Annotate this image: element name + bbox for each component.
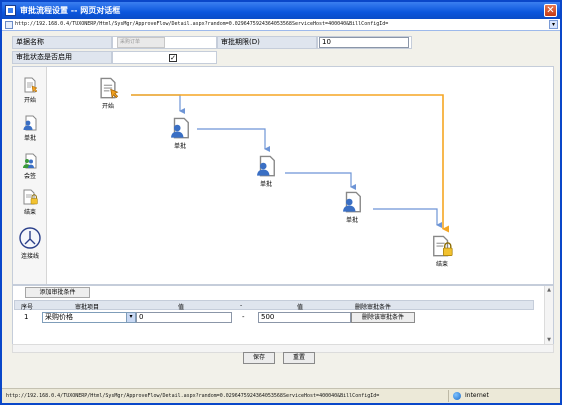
limit-cell: 10 <box>317 36 412 49</box>
add-condition-button[interactable]: 添加审批条件 <box>25 287 90 298</box>
scroll-up-icon[interactable]: ▲ <box>545 286 553 294</box>
bill-name-cell: 采购订单 <box>112 36 217 49</box>
connector-a1-a2[interactable] <box>197 128 270 152</box>
flow-canvas[interactable]: 开始 单批 会签 结束 连接线 开始 单批 单批 单批 结束 <box>12 66 554 285</box>
status-bar: http://192.168.0.4/TUXONERP/Html/SysMgr/… <box>2 388 560 403</box>
flow-node-end-label: 结束 <box>435 261 448 268</box>
flow-node-end[interactable]: 结束 <box>429 235 455 268</box>
user-doc-icon <box>171 117 189 139</box>
limit-label: 审批期限(D) <box>217 36 317 49</box>
flow-connectors <box>131 94 449 233</box>
flow-node-start[interactable]: 开始 <box>95 77 121 110</box>
flow-node-a1[interactable]: 单批 <box>167 117 193 150</box>
address-bar: http://192.168.0.4/TUXONERP/Html/SysMgr/… <box>2 19 560 31</box>
scroll-down-icon[interactable]: ▼ <box>545 336 553 344</box>
enabled-label: 审批状态是否启用 <box>12 51 112 64</box>
limit-input[interactable]: 10 <box>319 37 409 48</box>
form-row-name: 单据名称 采购订单 审批期限(D) 10 <box>12 36 412 49</box>
conditions-header: 序号 审批项目 值 - 值 删除审批条件 <box>14 300 534 311</box>
zone-label: Internet <box>465 392 489 399</box>
condition-item-select[interactable]: 采购价格 ▾ <box>42 312 136 323</box>
header-item: 审批项目 <box>75 304 100 311</box>
enabled-checkbox[interactable]: ✓ <box>169 54 177 62</box>
conditions-panel: 添加审批条件 序号 审批项目 值 - 值 删除审批条件 1 采购价格 ▾ 0 -… <box>12 285 554 345</box>
page-icon <box>5 21 13 29</box>
header-index: 序号 <box>21 304 34 311</box>
flow-node-a3[interactable]: 单批 <box>339 191 365 224</box>
lock-doc-icon <box>433 235 453 257</box>
flow-node-a2[interactable]: 单批 <box>253 155 279 188</box>
flow-node-a2-label: 单批 <box>259 181 272 188</box>
bill-name-input: 采购订单 <box>117 37 165 48</box>
flow-node-a1-label: 单批 <box>173 143 186 150</box>
user-doc-icon <box>257 155 275 177</box>
user-doc-icon <box>343 191 361 213</box>
globe-icon <box>453 392 461 400</box>
connector-a3-end[interactable] <box>373 208 442 228</box>
security-zone: Internet <box>448 390 558 402</box>
delete-condition-button[interactable]: 删除该审批条件 <box>351 312 415 323</box>
dialog-icon <box>5 5 16 16</box>
bill-name-label: 单据名称 <box>12 36 112 49</box>
close-icon[interactable]: ✕ <box>544 4 557 17</box>
flow-node-start-label: 开始 <box>101 103 114 110</box>
connector-start-a1[interactable] <box>131 94 185 114</box>
header-dash: - <box>240 302 243 309</box>
chevron-down-icon[interactable]: ▾ <box>549 20 558 29</box>
save-button[interactable]: 保存 <box>243 352 275 364</box>
title-bar: 审批流程设置 -- 网页对话框 ✕ <box>2 2 560 19</box>
connector-a2-a3[interactable] <box>285 172 356 190</box>
reset-button[interactable]: 重置 <box>283 352 315 364</box>
table-row: 1 采购价格 ▾ 0 - 500 删除该审批条件 <box>14 312 534 324</box>
header-delete: 删除审批条件 <box>355 304 392 311</box>
condition-from-input[interactable]: 0 <box>136 312 232 323</box>
status-url: http://192.168.0.4/TUXONERP/Html/SysMgr/… <box>6 393 380 399</box>
row-index: 1 <box>24 313 29 321</box>
flow-node-a3-label: 单批 <box>345 217 358 224</box>
row-dash: - <box>242 313 245 321</box>
dialog-window: 审批流程设置 -- 网页对话框 ✕ http://192.168.0.4/TUX… <box>0 0 562 405</box>
form-row-enabled: 审批状态是否启用 ✓ <box>12 51 217 64</box>
chevron-down-icon[interactable]: ▾ <box>126 313 135 322</box>
condition-to-input[interactable]: 500 <box>258 312 351 323</box>
window-title: 审批流程设置 -- 网页对话框 <box>20 6 121 15</box>
address-url: http://192.168.0.4/TUXONERP/Html/SysMgr/… <box>15 21 389 27</box>
conditions-scrollbar[interactable]: ▲ ▼ <box>544 286 553 344</box>
header-value: 值 <box>178 304 185 311</box>
start-icon <box>100 77 119 99</box>
enabled-cell: ✓ <box>112 51 217 64</box>
condition-item-value: 采购价格 <box>45 313 73 321</box>
header-value2: 值 <box>297 304 304 311</box>
